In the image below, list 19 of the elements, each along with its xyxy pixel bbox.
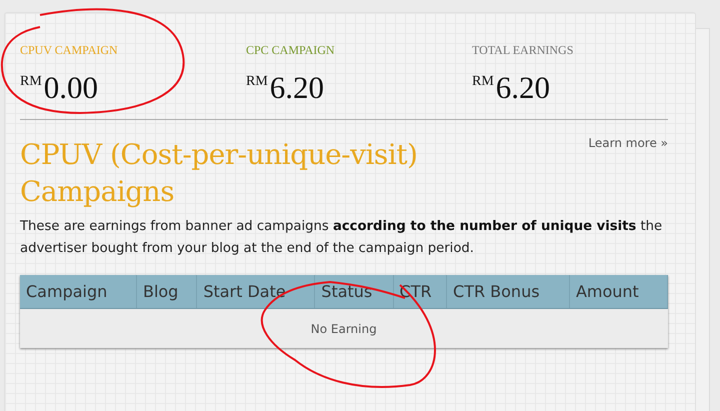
stat-amount: 0.00	[44, 71, 98, 105]
stat-amount: 6.20	[496, 71, 550, 105]
column-header[interactable]: Status	[314, 275, 394, 308]
stat-label: TOTAL EARNINGS	[472, 43, 574, 59]
section-description: These are earnings from banner ad campaigns according to the number of unique visits the advertiser bought from your blog at the end of the campaign period.	[20, 218, 664, 258]
currency-label: RM	[20, 74, 42, 90]
column-header[interactable]: Start Date	[196, 275, 315, 308]
column-header[interactable]: Campaign	[20, 275, 136, 308]
stat-label: CPUV CAMPAIGN	[20, 43, 119, 59]
learn-more-link[interactable]: Learn more »	[588, 136, 668, 150]
stat-label: CPC CAMPAIGN	[246, 43, 336, 59]
column-header[interactable]: CTR Bonus	[446, 275, 570, 308]
empty-message: No Earning	[20, 308, 668, 348]
currency-label: RM	[246, 74, 268, 90]
column-header[interactable]: Blog	[136, 275, 197, 308]
currency-label: RM	[472, 74, 494, 90]
column-header[interactable]: Amount	[569, 275, 668, 308]
stat-amount: 6.20	[270, 71, 324, 105]
section-title: CPUV (Cost-per-unique-visit) Campaigns	[20, 137, 418, 210]
